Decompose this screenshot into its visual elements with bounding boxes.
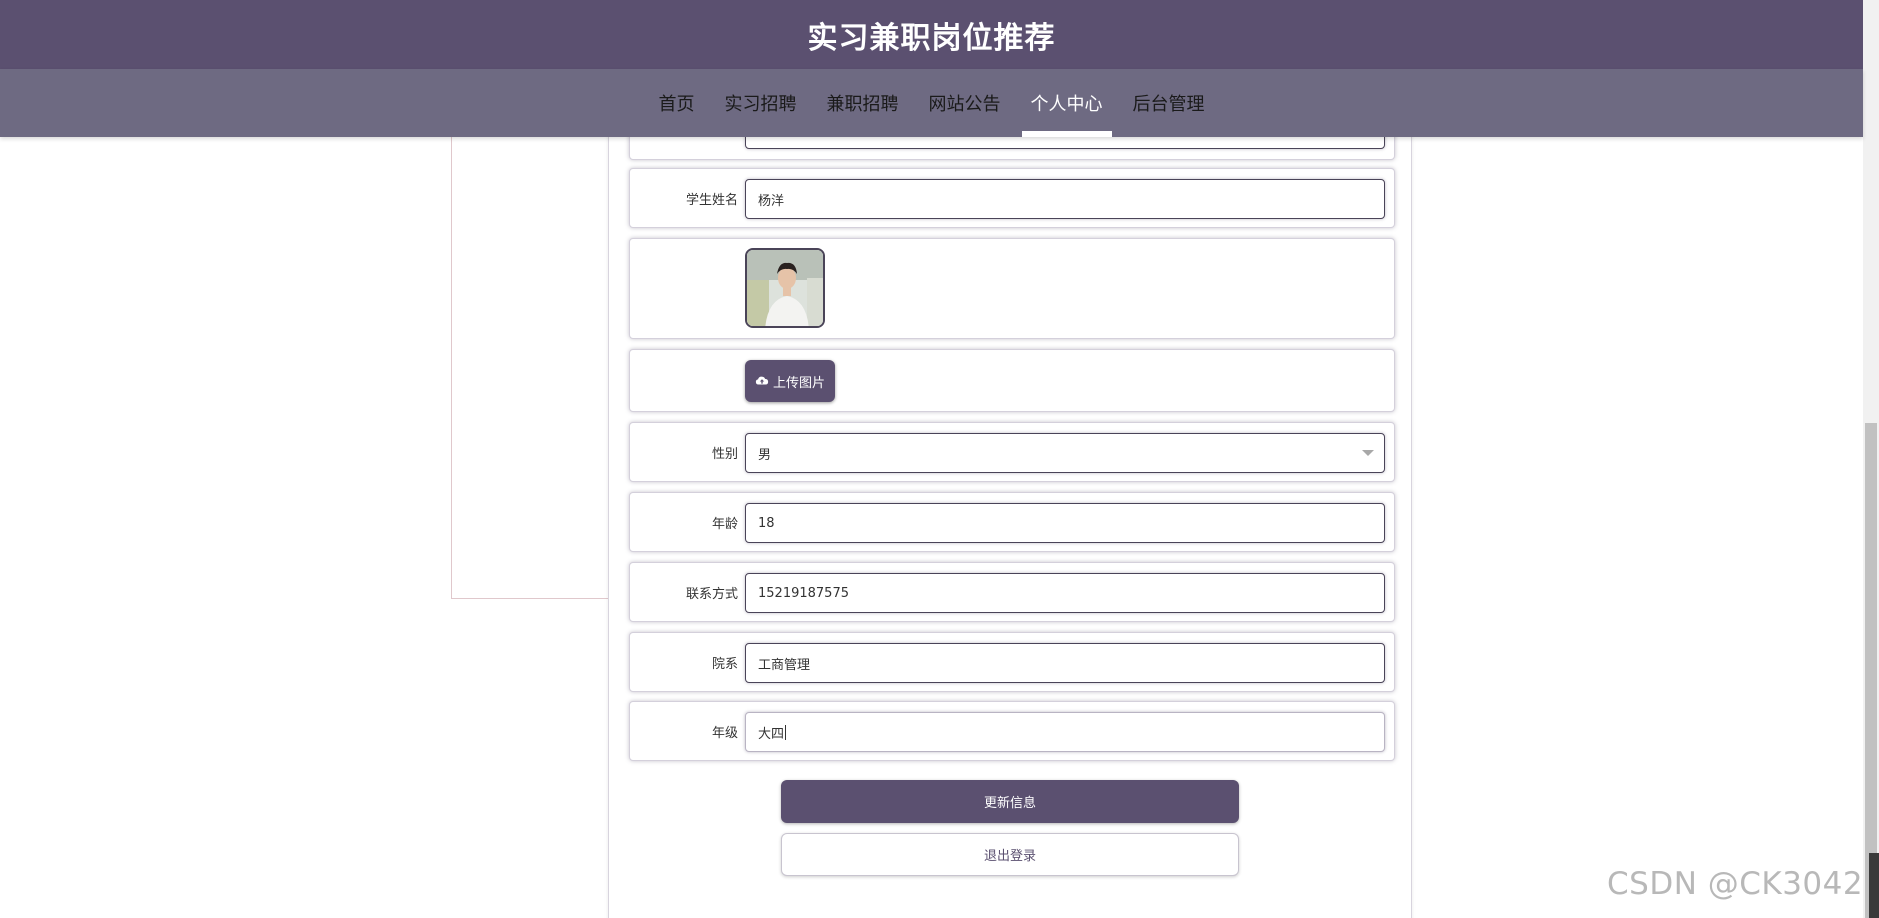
page-scrollbar-thumb[interactable] — [1865, 423, 1877, 918]
student-name-input[interactable]: 杨洋 — [745, 179, 1385, 219]
contact-input[interactable]: 15219187575 — [745, 573, 1385, 613]
nav-item-internship[interactable]: 实习招聘 — [710, 69, 812, 137]
gender-label: 性别 — [711, 446, 738, 462]
gender-select[interactable]: 男 — [745, 433, 1385, 473]
grade-label: 年级 — [711, 725, 738, 741]
text-cursor-icon — [785, 724, 787, 740]
nav-item-admin[interactable]: 后台管理 — [1118, 69, 1220, 137]
department-label: 院系 — [711, 656, 738, 672]
grade-input[interactable]: 大四 — [745, 712, 1385, 752]
chevron-down-icon — [1362, 450, 1374, 456]
site-title: 实习兼职岗位推荐 — [807, 20, 1056, 56]
form-row-avatar — [629, 238, 1395, 339]
side-widget-tab[interactable] — [1869, 853, 1879, 918]
cloud-upload-icon — [755, 376, 769, 385]
form-row-gender: 性别 男 — [629, 422, 1395, 482]
watermark: CSDN @CK3042 — [1607, 866, 1864, 902]
nav-item-personal-center[interactable]: 个人中心 — [1016, 69, 1118, 137]
nav-item-home[interactable]: 首页 — [644, 69, 710, 137]
upload-image-label: 上传图片 — [772, 375, 825, 391]
form-row-student-name: 学生姓名 杨洋 — [629, 168, 1395, 228]
form-row-age: 年龄 18 — [629, 492, 1395, 552]
form-row-grade: 年级 大四 — [629, 701, 1395, 761]
upload-image-button[interactable]: 上传图片 — [745, 360, 835, 402]
student-name-label: 学生姓名 — [685, 192, 738, 208]
profile-form-card: 学生姓名 杨洋 上传图片 性别 男 年龄 18 联系方式 15219187575… — [608, 90, 1412, 918]
side-panel — [451, 100, 611, 599]
viewport: 实习兼职岗位推荐 首页 实习招聘 兼职招聘 网站公告 个人中心 后台管理 学生姓… — [0, 0, 1879, 918]
grade-value: 大四 — [758, 726, 785, 742]
nav-item-parttime[interactable]: 兼职招聘 — [812, 69, 914, 137]
update-info-button[interactable]: 更新信息 — [781, 780, 1239, 823]
avatar-image[interactable] — [745, 248, 825, 328]
age-input[interactable]: 18 — [745, 503, 1385, 543]
age-label: 年龄 — [711, 516, 738, 532]
logout-button[interactable]: 退出登录 — [781, 833, 1239, 876]
gender-value: 男 — [758, 447, 772, 463]
form-row-contact: 联系方式 15219187575 — [629, 562, 1395, 622]
contact-label: 联系方式 — [685, 586, 738, 602]
site-header: 实习兼职岗位推荐 — [0, 0, 1863, 69]
nav-item-announcements[interactable]: 网站公告 — [914, 69, 1016, 137]
department-input[interactable]: 工商管理 — [745, 643, 1385, 683]
main-nav: 首页 实习招聘 兼职招聘 网站公告 个人中心 后台管理 — [0, 69, 1863, 137]
form-row-department: 院系 工商管理 — [629, 632, 1395, 692]
form-row-upload: 上传图片 — [629, 349, 1395, 412]
student-photo-icon — [747, 250, 823, 326]
